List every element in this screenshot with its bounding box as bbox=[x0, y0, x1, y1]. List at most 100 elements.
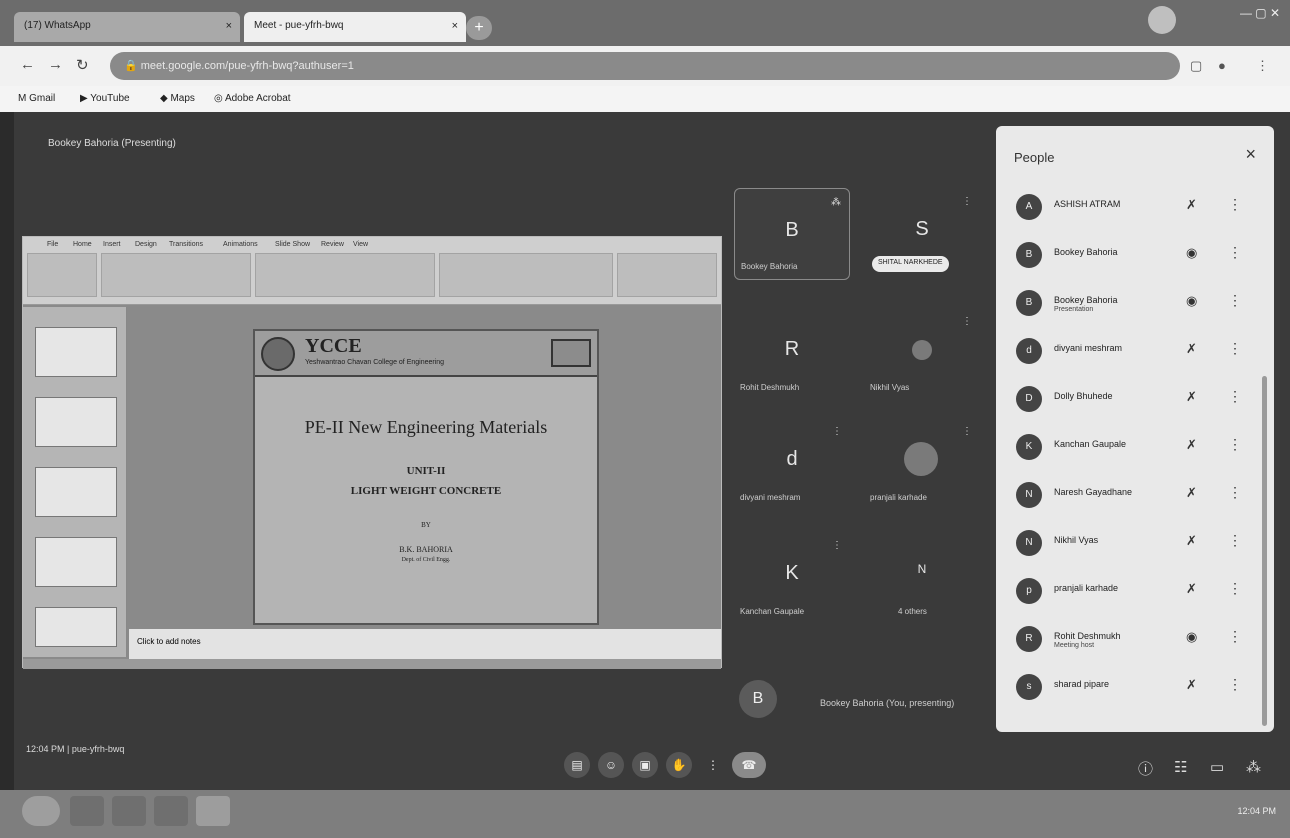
notes-pane[interactable]: Click to add notes bbox=[129, 629, 721, 659]
profile-avatar[interactable] bbox=[1148, 6, 1176, 34]
tab-whatsapp[interactable]: (17) WhatsApp × bbox=[14, 12, 240, 42]
more-options-icon[interactable]: ⋮ bbox=[1228, 580, 1242, 597]
slide-header: YCCE Yeshwantrao Chavan College of Engin… bbox=[255, 331, 597, 377]
leave-call-button[interactable]: ☎ bbox=[732, 752, 766, 778]
raise-hand-button[interactable]: ✋ bbox=[666, 752, 692, 778]
tile-name: Kanchan Gaupale bbox=[740, 607, 805, 616]
audio-indicator-icon: ◉ bbox=[1186, 245, 1198, 260]
present-button[interactable]: ▣ bbox=[632, 752, 658, 778]
mic-off-icon: ⋮ bbox=[962, 196, 972, 207]
people-icon[interactable]: ☷ bbox=[1174, 758, 1187, 776]
participant-tile[interactable]: ⋮ Nikhil Vyas bbox=[864, 308, 980, 400]
more-options-icon[interactable]: ⋮ bbox=[1228, 676, 1242, 693]
participant-row[interactable]: D Dolly Bhuhede ✗ ⋮ bbox=[996, 378, 1258, 420]
shared-presentation: File Home Insert Design Transitions Anim… bbox=[22, 236, 722, 669]
taskbar-app[interactable] bbox=[112, 796, 146, 826]
participant-tile[interactable]: ⋮ K Kanchan Gaupale bbox=[734, 532, 850, 624]
reload-icon[interactable]: ↻ bbox=[76, 56, 89, 74]
participant-tile[interactable]: ⁂ B Bookey Bahoria bbox=[734, 188, 850, 280]
tile-initial: R bbox=[784, 338, 800, 360]
slide-topic: LIGHT WEIGHT CONCRETE bbox=[350, 485, 502, 497]
participant-row[interactable]: s sharad pipare ✗ ⋮ bbox=[996, 666, 1258, 708]
audio-indicator-icon: ◉ bbox=[1186, 629, 1198, 644]
bookmark-gmail[interactable]: M Gmail bbox=[18, 93, 55, 104]
menu-icon[interactable]: ⋮ bbox=[1256, 58, 1269, 74]
slide-thumbnails bbox=[23, 307, 127, 657]
account-icon[interactable]: ● bbox=[1218, 58, 1226, 73]
participant-row[interactable]: B Bookey Bahoria ◉ ⋮ bbox=[996, 234, 1258, 276]
avatar: s bbox=[1016, 674, 1042, 700]
slide-thumbnail bbox=[35, 327, 117, 377]
participant-tile-others[interactable]: N 4 others bbox=[864, 532, 980, 624]
more-options-icon[interactable]: ⋮ bbox=[1228, 532, 1242, 549]
window-controls[interactable]: — ▢ ✕ bbox=[1240, 6, 1280, 20]
avatar: A bbox=[1016, 194, 1042, 220]
close-icon[interactable]: × bbox=[1245, 144, 1256, 165]
participant-row[interactable]: K Kanchan Gaupale ✗ ⋮ bbox=[996, 426, 1258, 468]
taskbar-app[interactable] bbox=[154, 796, 188, 826]
powerpoint-ribbon: File Home Insert Design Transitions Anim… bbox=[23, 237, 721, 305]
speaking-icon: ⁂ bbox=[831, 197, 841, 208]
participant-row[interactable]: R Rohit Deshmukh Meeting host ◉ ⋮ bbox=[996, 618, 1258, 660]
slide-thumbnail bbox=[35, 467, 117, 517]
system-tray-clock: 12:04 PM bbox=[1237, 806, 1276, 816]
taskbar-app[interactable] bbox=[70, 796, 104, 826]
participant-tile[interactable]: ⋮ S SHITAL NARKHEDE bbox=[864, 188, 980, 280]
participant-name: divyani meshram bbox=[1054, 343, 1123, 353]
people-scrollbar[interactable] bbox=[1262, 376, 1267, 726]
participant-row[interactable]: A ASHISH ATRAM ✗ ⋮ bbox=[996, 186, 1258, 228]
close-tab-icon[interactable]: × bbox=[452, 20, 458, 32]
ribbon-tab: Home bbox=[73, 241, 92, 248]
participant-row[interactable]: N Naresh Gayadhane ✗ ⋮ bbox=[996, 474, 1258, 516]
address-bar[interactable]: 🔒 meet.google.com/pue-yfrh-bwq?authuser=… bbox=[110, 52, 1180, 80]
activities-icon[interactable]: ⁂ bbox=[1246, 758, 1261, 776]
bookmark-maps[interactable]: ◆ Maps bbox=[160, 93, 195, 104]
mic-off-icon: ⋮ bbox=[962, 426, 972, 437]
new-tab-button[interactable]: + bbox=[466, 16, 492, 40]
more-options-icon[interactable]: ⋮ bbox=[1228, 340, 1242, 357]
more-options-icon[interactable]: ⋮ bbox=[1228, 484, 1242, 501]
participant-row[interactable]: p pranjali karhade ✗ ⋮ bbox=[996, 570, 1258, 612]
ribbon-group bbox=[617, 253, 717, 297]
avatar: B bbox=[1016, 242, 1042, 268]
taskbar-chrome[interactable] bbox=[196, 796, 230, 826]
ribbon-tab: Transitions bbox=[169, 241, 203, 248]
extensions-icon[interactable]: ▢ bbox=[1190, 58, 1202, 74]
more-options-icon[interactable]: ⋮ bbox=[1228, 388, 1242, 405]
captions-button[interactable]: ▤ bbox=[564, 752, 590, 778]
avatar: p bbox=[1016, 578, 1042, 604]
ribbon-tab: View bbox=[353, 241, 369, 248]
close-tab-icon[interactable]: × bbox=[226, 20, 232, 32]
bookmark-youtube[interactable]: ▶ YouTube bbox=[80, 93, 130, 104]
more-options-icon[interactable]: ⋮ bbox=[1228, 436, 1242, 453]
ribbon-group bbox=[255, 253, 435, 297]
participant-row[interactable]: B Bookey Bahoria Presentation ◉ ⋮ bbox=[996, 282, 1258, 324]
more-options-icon[interactable]: ⋮ bbox=[1228, 196, 1242, 213]
participant-row[interactable]: d divyani meshram ✗ ⋮ bbox=[996, 330, 1258, 372]
tile-name: 4 others bbox=[898, 607, 927, 616]
mic-off-icon: ⋮ bbox=[832, 540, 842, 551]
back-arrow-icon[interactable]: ← bbox=[20, 56, 35, 73]
participant-tile[interactable]: ⋮ pranjali karhade bbox=[864, 418, 980, 510]
participant-row[interactable]: N Nikhil Vyas ✗ ⋮ bbox=[996, 522, 1258, 564]
participant-tile[interactable]: ⋮ d divyani meshram bbox=[734, 418, 850, 510]
tile-initial: K bbox=[785, 562, 799, 584]
participant-tile[interactable]: R Rohit Deshmukh bbox=[734, 308, 850, 400]
college-logo bbox=[261, 337, 295, 371]
participant-name: sharad pipare bbox=[1054, 679, 1110, 689]
mic-off-icon: ✗ bbox=[1186, 389, 1197, 404]
more-options-icon[interactable]: ⋮ bbox=[1228, 628, 1242, 645]
more-options-icon[interactable]: ⋮ bbox=[1228, 292, 1242, 309]
slide-thumbnail bbox=[35, 397, 117, 447]
forward-arrow-icon[interactable]: → bbox=[48, 56, 63, 73]
info-icon[interactable]: ⓘ bbox=[1138, 758, 1153, 779]
emoji-button[interactable]: ☺ bbox=[598, 752, 624, 778]
slide-author: B.K. BAHORIA bbox=[399, 545, 453, 554]
start-button[interactable] bbox=[22, 796, 60, 826]
more-options-icon[interactable]: ⋮ bbox=[1228, 244, 1242, 261]
ribbon-tab: Slide Show bbox=[275, 241, 311, 248]
more-options-button[interactable]: ⋮ bbox=[700, 752, 726, 778]
bookmark-acrobat[interactable]: ◎ Adobe Acrobat bbox=[214, 93, 291, 104]
chat-icon[interactable]: ▭ bbox=[1210, 758, 1224, 776]
tab-meet[interactable]: Meet - pue-yfrh-bwq × bbox=[244, 12, 466, 42]
